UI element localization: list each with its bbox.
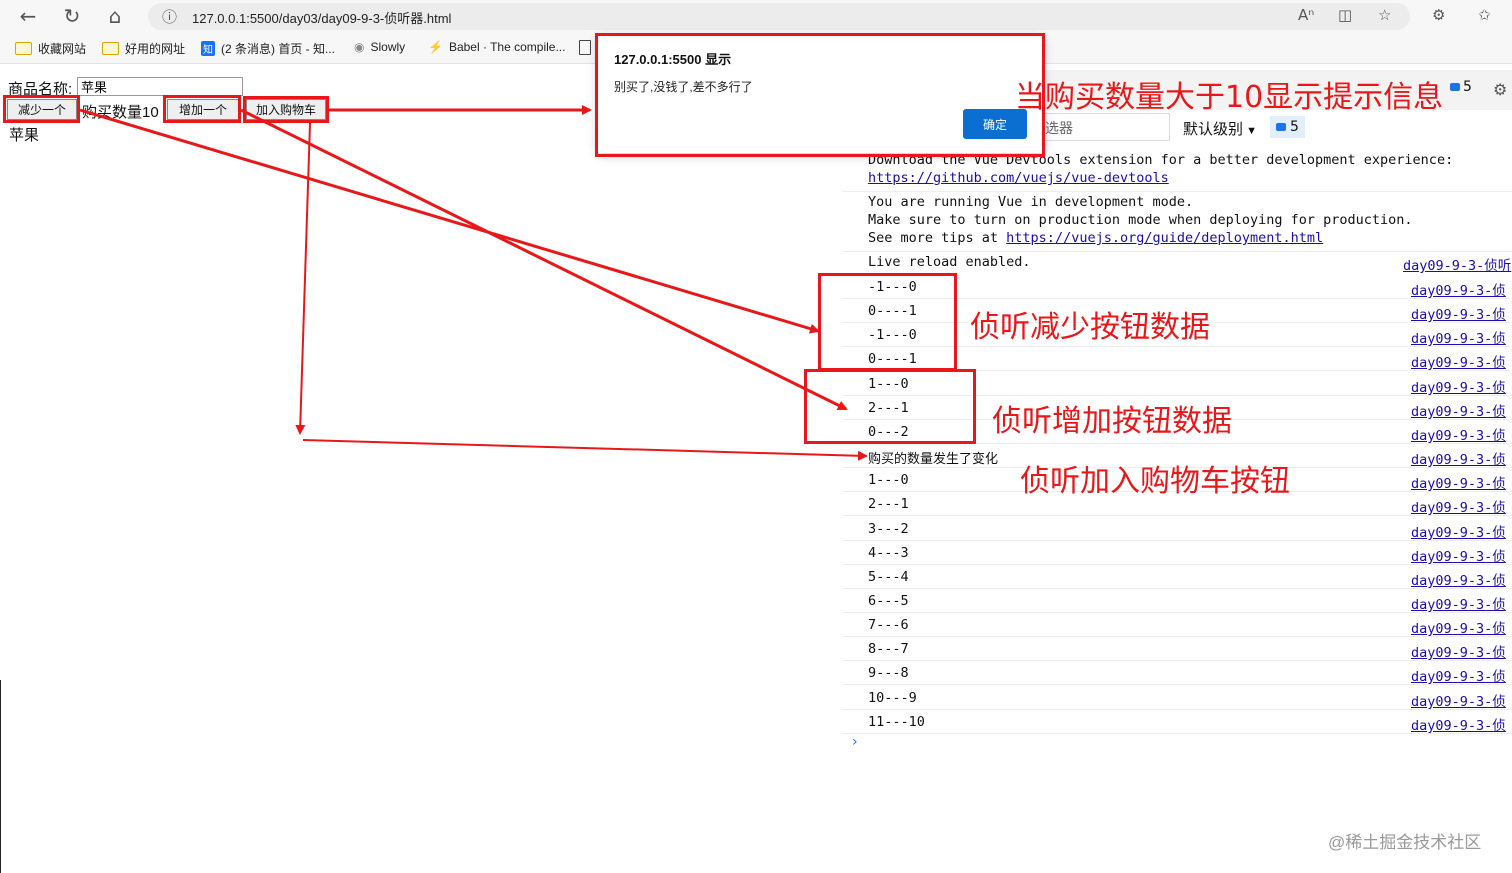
increase-annotation: 侦听增加按钮数据 bbox=[992, 404, 1232, 439]
message-icon bbox=[1276, 123, 1286, 131]
bookmark-label: 好用的网址 bbox=[125, 42, 186, 56]
console-log-text: 4---3 bbox=[868, 545, 909, 561]
message-count: 5 bbox=[1290, 119, 1299, 135]
cart-highlight-box bbox=[243, 96, 329, 123]
console-source-link[interactable]: day09-9-3-侦 bbox=[1411, 448, 1506, 468]
product-name-input[interactable] bbox=[77, 77, 243, 96]
message-icon bbox=[1450, 83, 1460, 91]
bookmark-label: Babel · The compile... bbox=[448, 40, 566, 54]
console-source-link[interactable]: day09-9-3-侦 bbox=[1411, 545, 1506, 565]
back-icon[interactable]: ← bbox=[13, 1, 43, 31]
bookmark-item[interactable]: ⚡ Babel · The compile... bbox=[428, 40, 565, 54]
log-level-label: 默认级别 bbox=[1183, 121, 1244, 138]
console-log-text: 3---2 bbox=[868, 521, 909, 537]
console-source-link[interactable]: day09-9-3-侦 bbox=[1411, 472, 1506, 492]
console-dev-mode-line1: You are running Vue in development mode. bbox=[868, 194, 1194, 210]
chevron-down-icon: ▼ bbox=[1243, 125, 1257, 137]
console-log-text: 6---5 bbox=[868, 593, 909, 609]
bookmark-label: 收藏网站 bbox=[38, 42, 87, 56]
console-source-link[interactable]: day09-9-3-侦 bbox=[1411, 714, 1506, 734]
favorite-star-icon[interactable]: ☆ bbox=[1378, 6, 1391, 24]
bookmark-label: (2 条消息) 首页 - 知... bbox=[221, 42, 336, 56]
vue-deployment-link[interactable]: https://vuejs.org/guide/deployment.html bbox=[1006, 230, 1323, 246]
console-log-text: 购买的数量发生了变化 bbox=[868, 452, 999, 467]
message-count-top: 5 bbox=[1463, 79, 1472, 95]
home-icon[interactable]: ⌂ bbox=[100, 1, 130, 31]
console-source-link[interactable]: day09-9-3-侦 bbox=[1411, 351, 1506, 371]
console-log-text: 1---0 bbox=[868, 472, 909, 488]
console-source-link[interactable]: day09-9-3-侦听 bbox=[1403, 254, 1511, 274]
split-screen-icon[interactable]: ◫ bbox=[1338, 6, 1352, 24]
message-count-badge[interactable]: 5 bbox=[1270, 116, 1305, 138]
product-text: 苹果 bbox=[9, 127, 40, 144]
console-log-text: 7---6 bbox=[868, 617, 909, 633]
console-source-link[interactable]: day09-9-3-侦 bbox=[1411, 496, 1506, 516]
quantity-label: 购买数量10 bbox=[82, 104, 159, 121]
console-filter-input[interactable]: 选器 bbox=[1040, 113, 1170, 141]
console-log-text: 9---8 bbox=[868, 665, 909, 681]
bookmark-item[interactable]: 知 (2 条消息) 首页 - 知... bbox=[201, 40, 335, 57]
console-source-link[interactable]: day09-9-3-侦 bbox=[1411, 521, 1506, 541]
console-source-link[interactable]: day09-9-3-侦 bbox=[1411, 327, 1506, 347]
console-divider bbox=[843, 251, 1512, 252]
page-edge-line bbox=[0, 680, 1, 873]
alert-annotation: 当购买数量大于10显示提示信息 bbox=[1015, 80, 1444, 115]
cart-annotation: 侦听加入购物车按钮 bbox=[1020, 464, 1290, 499]
dialog-highlight-box bbox=[595, 33, 1045, 157]
folder-icon bbox=[102, 42, 119, 55]
console-source-link[interactable]: day09-9-3-侦 bbox=[1411, 641, 1506, 661]
extensions-icon[interactable]: ⚙ bbox=[1432, 6, 1445, 24]
console-dev-mode-line2: Make sure to turn on production mode whe… bbox=[868, 212, 1413, 228]
bookmark-item[interactable]: 好用的网址 bbox=[102, 40, 185, 57]
favorites-list-icon[interactable]: ✩ bbox=[1478, 6, 1491, 24]
console-source-link[interactable]: day09-9-3-侦 bbox=[1411, 593, 1506, 613]
bookmark-label: Slowly bbox=[370, 40, 406, 54]
console-log-text: 2---1 bbox=[868, 496, 909, 512]
console-log-text: 5---4 bbox=[868, 569, 909, 585]
folder-icon bbox=[15, 42, 32, 55]
site-info-icon[interactable]: ⓘ bbox=[162, 6, 177, 27]
watermark: @稀土掘金技术社区 bbox=[1328, 833, 1482, 852]
vue-devtools-link[interactable]: https://github.com/vuejs/vue-devtools bbox=[868, 170, 1169, 186]
decrease-log-highlight-box bbox=[818, 273, 957, 371]
console-dev-mode-line3: See more tips at https://vuejs.org/guide… bbox=[868, 230, 1323, 246]
zhihu-icon: 知 bbox=[201, 41, 215, 56]
console-log-text: 11---10 bbox=[868, 714, 925, 730]
console-live-reload: Live reload enabled. bbox=[868, 254, 1031, 270]
reload-icon[interactable]: ↻ bbox=[57, 1, 87, 31]
url-text: 127.0.0.1:5500/day03/day09-9-3-侦听器.html bbox=[192, 11, 452, 26]
console-source-link[interactable]: day09-9-3-侦 bbox=[1411, 424, 1506, 444]
bookmark-item[interactable]: ◉ Slowly bbox=[354, 40, 405, 54]
console-source-link[interactable]: day09-9-3-侦 bbox=[1411, 665, 1506, 685]
console-prompt[interactable]: › bbox=[852, 734, 858, 750]
increase-highlight-box bbox=[163, 95, 241, 123]
console-source-link[interactable]: day09-9-3-侦 bbox=[1411, 400, 1506, 420]
decrease-highlight-box bbox=[3, 95, 80, 123]
file-icon[interactable] bbox=[579, 40, 591, 55]
arrow-cart-down bbox=[295, 122, 311, 435]
console-log-text: 8---7 bbox=[868, 641, 909, 657]
console-source-link[interactable]: day09-9-3-侦 bbox=[1411, 617, 1506, 637]
console-source-link[interactable]: day09-9-3-侦 bbox=[1411, 376, 1506, 396]
increase-log-highlight-box bbox=[804, 369, 976, 444]
babel-icon: ⚡ bbox=[428, 40, 443, 54]
console-source-link[interactable]: day09-9-3-侦 bbox=[1411, 690, 1506, 710]
console-log-text: 10---9 bbox=[868, 690, 917, 706]
settings-icon[interactable]: ⚙ bbox=[1493, 80, 1507, 99]
console-source-link[interactable]: day09-9-3-侦 bbox=[1411, 303, 1506, 323]
tips-prefix: See more tips at bbox=[868, 230, 1007, 246]
console-divider bbox=[843, 191, 1512, 192]
read-aloud-icon[interactable]: Aⁿ bbox=[1298, 6, 1314, 24]
arrow-cart-to-log bbox=[302, 439, 868, 461]
console-source-link[interactable]: day09-9-3-侦 bbox=[1411, 279, 1506, 299]
decrease-annotation: 侦听减少按钮数据 bbox=[970, 310, 1210, 345]
console-source-link[interactable]: day09-9-3-侦 bbox=[1411, 569, 1506, 589]
bookmark-item[interactable]: 收藏网站 bbox=[15, 40, 86, 57]
message-count-badge-top[interactable]: 5 bbox=[1450, 79, 1472, 95]
slowly-icon: ◉ bbox=[354, 40, 365, 54]
log-level-dropdown[interactable]: 默认级别 ▼ bbox=[1183, 118, 1257, 139]
